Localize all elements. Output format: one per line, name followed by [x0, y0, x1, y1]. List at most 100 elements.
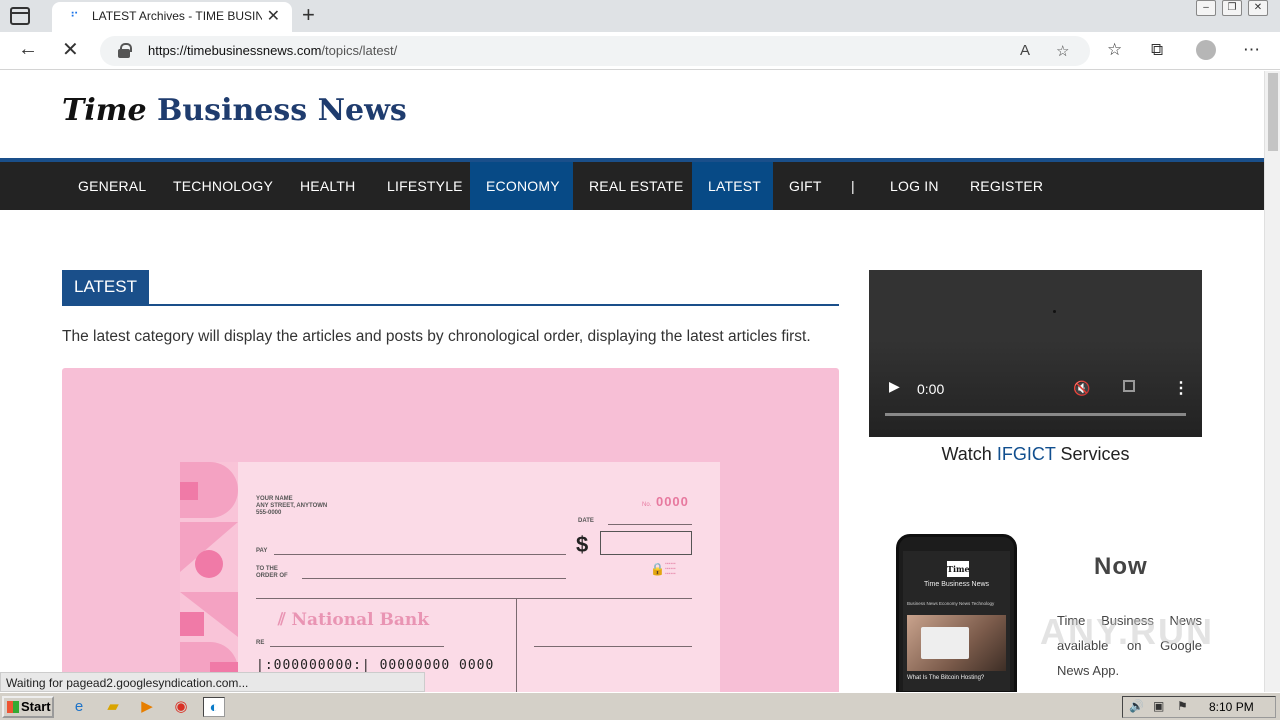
system-tray: 🔊 ▣ ⚑ 8:10 PM — [1122, 696, 1276, 718]
taskbar: Start e ▰ ▶ ◉ ◐ 🔊 ▣ ⚑ 8:10 PM — [0, 692, 1280, 720]
favorites-icon[interactable]: ☆ — [1107, 40, 1122, 60]
add-favorite-icon[interactable]: ☆ — [1056, 42, 1069, 60]
web-page: Time Business News GENERAL TECHNOLOGY HE… — [0, 71, 1264, 692]
cheque-order-label: TO THE ORDER OF — [256, 566, 288, 579]
cheque-date-line — [608, 524, 692, 525]
phone-app-logo: Time — [947, 561, 970, 577]
phone-article-image — [907, 615, 1006, 671]
nav-gift[interactable]: GIFT — [773, 162, 838, 210]
nav-login[interactable]: LOG IN — [874, 162, 955, 210]
logo-word-time: Time — [62, 93, 147, 128]
tab-title: LATEST Archives - TIME BUSINESS — [92, 9, 262, 23]
nav-real-estate[interactable]: REAL ESTATE — [573, 162, 700, 210]
section-header: LATEST — [62, 270, 839, 306]
nav-economy[interactable]: ECONOMY — [470, 162, 573, 210]
nav-separator: | — [851, 178, 855, 194]
nav-lifestyle[interactable]: LIFESTYLE — [371, 162, 479, 210]
section-description: The latest category will display the art… — [62, 328, 811, 345]
cheque-number: No. 0000 — [642, 494, 689, 509]
browser-tab[interactable]: ⠋ LATEST Archives - TIME BUSINESS ✕ — [52, 2, 292, 32]
cheque-dollar-sign: $ — [576, 532, 589, 557]
fullscreen-icon[interactable] — [1123, 380, 1135, 392]
cheque-date-label: DATE — [578, 518, 594, 524]
cheque-re-line — [270, 646, 444, 647]
section-title: LATEST — [62, 270, 149, 304]
internet-explorer-icon[interactable]: e — [68, 697, 90, 717]
window-close-icon[interactable]: ✕ — [1248, 0, 1268, 16]
nav-latest[interactable]: LATEST — [692, 162, 773, 210]
cheque-re-label: RE — [256, 640, 265, 646]
scrollbar-thumb[interactable] — [1268, 73, 1278, 151]
browser-tab-bar: ⠋ LATEST Archives - TIME BUSINESS ✕ + – … — [0, 0, 1280, 32]
site-logo[interactable]: Time Business News — [62, 93, 407, 128]
phone-app-promo[interactable]: Time Time Business News Business News Ec… — [896, 534, 1017, 692]
nav-health[interactable]: HEALTH — [284, 162, 371, 210]
watermark-logo: ANY.RUN — [1040, 611, 1215, 652]
back-arrow-icon[interactable]: ← — [18, 38, 38, 61]
lock-icon: 🔒 — [650, 562, 665, 576]
nav-register[interactable]: REGISTER — [954, 162, 1059, 210]
url-text[interactable]: https://timebusinessnews.com/topics/late… — [148, 43, 397, 58]
featured-article-image[interactable]: YOUR NAME ANY STREET, ANYTOWN 555-0000 No.… — [62, 368, 839, 692]
stop-loading-icon[interactable]: ✕ — [62, 37, 79, 62]
tab-actions-icon[interactable] — [10, 7, 30, 25]
collections-icon[interactable]: ⧉ — [1151, 40, 1163, 60]
file-explorer-icon[interactable]: ▰ — [102, 697, 124, 717]
cheque-sign-line — [534, 646, 692, 647]
video-progress-bar[interactable] — [885, 413, 1186, 416]
phone-article-card — [921, 627, 969, 659]
cheque-divider — [256, 598, 692, 599]
cheque-illustration: YOUR NAME ANY STREET, ANYTOWN 555-0000 No.… — [180, 462, 720, 692]
now-heading: Now — [1094, 553, 1148, 580]
cheque-pay-line — [274, 554, 566, 555]
logo-word-business-news: Business News — [157, 93, 407, 128]
mute-icon[interactable]: 🔇 — [1073, 380, 1090, 397]
cheque-owner: YOUR NAME ANY STREET, ANYTOWN 555-0000 — [256, 496, 328, 516]
media-player-icon[interactable]: ▶ — [136, 697, 158, 717]
phone-article-caption: What Is The Bitcoin Hosting? — [907, 675, 985, 681]
page-scrollbar[interactable] — [1264, 71, 1280, 692]
video-time: 0:00 — [917, 381, 945, 397]
cheque-order-line — [302, 578, 566, 579]
chrome-icon[interactable]: ◉ — [170, 697, 192, 717]
url-bar[interactable]: https://timebusinessnews.com/topics/late… — [100, 36, 1090, 66]
ifgict-link[interactable]: IFGICT — [997, 444, 1056, 464]
video-more-icon[interactable]: ⋮ — [1173, 378, 1189, 398]
cheque-security-note: ▪▪▪▪▪▪ ▪▪▪▪▪▪ ▪▪▪▪▪▪ — [665, 561, 676, 577]
volume-icon[interactable]: 🔊 — [1129, 699, 1144, 713]
windows-logo-icon — [7, 701, 19, 713]
cheque-pattern-strip — [180, 462, 238, 692]
network-icon[interactable]: ▣ — [1153, 699, 1164, 713]
cheque-vertical-divider — [516, 598, 517, 692]
address-toolbar: ← ✕ https://timebusinessnews.com/topics/… — [0, 32, 1280, 70]
phone-app-title: Time Business News — [923, 581, 990, 588]
nav-technology[interactable]: TECHNOLOGY — [157, 162, 289, 210]
window-controls: – ❐ ✕ — [1196, 0, 1268, 16]
play-icon[interactable]: ▶ — [889, 378, 900, 395]
flag-icon[interactable]: ⚑ — [1177, 699, 1188, 713]
status-bar: Waiting for pagead2.googlesyndication.co… — [0, 672, 425, 692]
loading-spinner-icon: ⠋ — [70, 10, 79, 24]
lock-icon[interactable] — [118, 43, 132, 58]
profile-avatar[interactable] — [1196, 40, 1216, 60]
clock[interactable]: 8:10 PM — [1209, 700, 1254, 714]
edge-icon[interactable]: ◐ — [203, 697, 225, 717]
cheque-bank-name: ⫽ National Bank — [278, 610, 429, 630]
minimize-icon[interactable]: – — [1196, 0, 1216, 16]
nav-general[interactable]: GENERAL — [62, 162, 162, 210]
restore-icon[interactable]: ❐ — [1222, 0, 1242, 16]
start-button[interactable]: Start — [2, 696, 54, 718]
main-navigation: GENERAL TECHNOLOGY HEALTH LIFESTYLE ECON… — [0, 162, 1264, 210]
video-loading-dot — [1053, 310, 1056, 313]
phone-app-tabs: Business News Economy News Technology — [907, 601, 995, 606]
read-aloud-icon[interactable]: A — [1020, 42, 1030, 59]
cheque-micr-line: |:000000000:| 00000000 0000 — [256, 658, 495, 673]
more-options-icon[interactable]: ⋯ — [1243, 40, 1260, 60]
phone-screen: Time Time Business News Business News Ec… — [903, 551, 1010, 691]
tab-close-icon[interactable]: ✕ — [267, 6, 280, 26]
video-caption: Watch IFGICT Services — [941, 444, 1130, 464]
new-tab-icon[interactable]: + — [302, 2, 315, 28]
cheque-pay-label: PAY — [256, 548, 268, 554]
cheque-amount-box — [600, 531, 692, 555]
video-player[interactable]: ▶ 0:00 🔇 ⋮ — [869, 270, 1202, 437]
